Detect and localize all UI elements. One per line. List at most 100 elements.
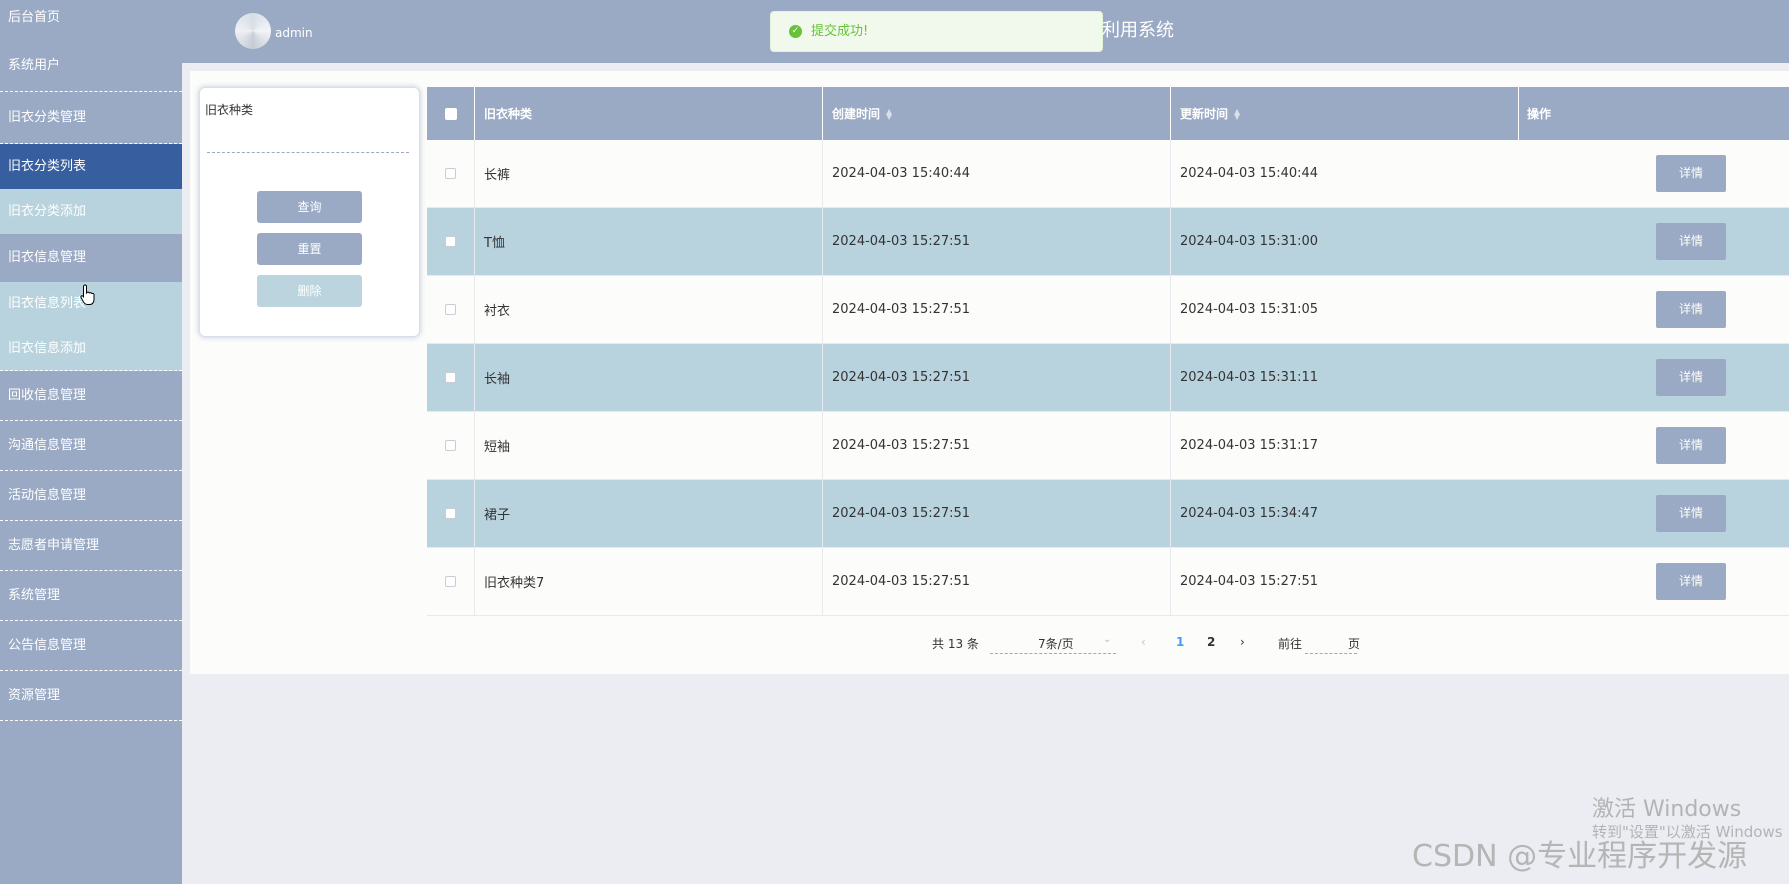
cell-name: 衬衣 bbox=[475, 276, 823, 343]
sidebar-item-activity-manage[interactable]: 活动信息管理 bbox=[0, 471, 182, 521]
chevron-down-icon: ⌄ bbox=[1103, 634, 1112, 645]
csdn-watermark: CSDN @专业程序开发源 bbox=[1412, 839, 1748, 874]
detail-button[interactable]: 详情 bbox=[1656, 291, 1726, 328]
row-checkbox[interactable] bbox=[445, 236, 456, 247]
check-circle-icon: ✓ bbox=[789, 25, 802, 38]
sort-icon[interactable]: ▲ ▼ bbox=[886, 107, 892, 120]
cell-created: 2024-04-03 15:27:51 bbox=[823, 276, 1171, 343]
row-checkbox-cell bbox=[427, 548, 475, 615]
delete-button[interactable]: 删除 bbox=[257, 275, 362, 307]
query-button[interactable]: 查询 bbox=[257, 191, 362, 223]
row-checkbox[interactable] bbox=[445, 508, 456, 519]
row-checkbox-cell bbox=[427, 276, 475, 343]
cell-name: T恤 bbox=[475, 208, 823, 275]
header-action: 操作 bbox=[1519, 87, 1789, 140]
hand-cursor-icon bbox=[80, 284, 95, 305]
cell-updated: 2024-04-03 15:31:05 bbox=[1180, 302, 1319, 317]
data-table: 旧衣种类 创建时间 ▲ ▼ 更新时间 ▲ ▼ 操作 长裤 2024-04-03 15:4… bbox=[427, 87, 1789, 616]
goto-suffix: 页 bbox=[1348, 637, 1361, 651]
sidebar-item-system-manage[interactable]: 系统管理 bbox=[0, 571, 182, 621]
cell-created: 2024-04-03 15:27:51 bbox=[823, 548, 1171, 615]
sidebar-item-clothes-info-manage[interactable]: 旧衣信息管理 bbox=[0, 234, 182, 282]
cell-name: 长袖 bbox=[475, 344, 823, 411]
cell-name: 旧衣种类7 bbox=[475, 548, 823, 615]
reset-button[interactable]: 重置 bbox=[257, 233, 362, 265]
detail-button[interactable]: 详情 bbox=[1656, 223, 1726, 260]
cell-created: 2024-04-03 15:27:51 bbox=[823, 344, 1171, 411]
toast-message: 提交成功! bbox=[811, 24, 869, 39]
sidebar-item-home[interactable]: 后台首页 bbox=[0, 0, 182, 35]
table-row: 裙子 2024-04-03 15:27:51 2024-04-03 15:34:… bbox=[427, 480, 1789, 548]
select-all-checkbox[interactable] bbox=[444, 107, 457, 120]
avatar[interactable] bbox=[235, 13, 271, 49]
windows-activate-title: 激活 Windows bbox=[1592, 797, 1742, 822]
table-row: 衬衣 2024-04-03 15:27:51 2024-04-03 15:31:… bbox=[427, 276, 1789, 344]
pagination: 共 13 条 7条/页 ⌄ ‹ 1 2 › 前往 页 bbox=[0, 633, 1789, 654]
header-name-label: 旧衣种类 bbox=[484, 107, 533, 121]
cell-created: 2024-04-03 15:27:51 bbox=[823, 480, 1171, 547]
row-checkbox-cell bbox=[427, 344, 475, 411]
row-checkbox-cell bbox=[427, 140, 475, 207]
header-checkbox-cell bbox=[427, 87, 475, 140]
sidebar-item-clothes-category-list[interactable]: 旧衣分类列表 bbox=[0, 144, 182, 189]
sidebar-item-system-users[interactable]: 系统用户 bbox=[0, 35, 182, 92]
sidebar-item-clothes-category-add[interactable]: 旧衣分类添加 bbox=[0, 189, 182, 234]
cell-updated: 2024-04-03 15:40:44 bbox=[1180, 166, 1319, 181]
sidebar-item-volunteer-manage[interactable]: 志愿者申请管理 bbox=[0, 521, 182, 571]
success-toast: ✓ 提交成功! bbox=[770, 11, 1103, 52]
search-label: 旧衣种类 bbox=[205, 103, 254, 117]
cell-created: 2024-04-03 15:40:44 bbox=[823, 140, 1171, 207]
cell-updated: 2024-04-03 15:34:47 bbox=[1180, 506, 1319, 521]
search-panel: 旧衣种类 查询 重置 删除 bbox=[199, 87, 420, 337]
cell-name: 裙子 bbox=[475, 480, 823, 547]
sidebar-item-clothes-info-add[interactable]: 旧衣信息添加 bbox=[0, 326, 182, 371]
row-checkbox[interactable] bbox=[445, 372, 456, 383]
sidebar-item-communication-manage[interactable]: 沟通信息管理 bbox=[0, 421, 182, 471]
search-input[interactable] bbox=[207, 128, 409, 153]
row-checkbox[interactable] bbox=[445, 304, 456, 315]
detail-button[interactable]: 详情 bbox=[1656, 155, 1726, 192]
page-number-2[interactable]: 2 bbox=[1207, 635, 1215, 649]
sidebar-item-recycle-manage[interactable]: 回收信息管理 bbox=[0, 371, 182, 421]
detail-button[interactable]: 详情 bbox=[1656, 427, 1726, 464]
table-header-row: 旧衣种类 创建时间 ▲ ▼ 更新时间 ▲ ▼ 操作 bbox=[427, 87, 1789, 140]
sort-icon[interactable]: ▲ ▼ bbox=[1234, 107, 1240, 120]
cell-updated: 2024-04-03 15:31:17 bbox=[1180, 438, 1319, 453]
row-checkbox[interactable] bbox=[445, 440, 456, 451]
cell-created: 2024-04-03 15:27:51 bbox=[823, 412, 1171, 479]
row-checkbox[interactable] bbox=[445, 576, 456, 587]
sidebar-item-resource-manage[interactable]: 资源管理 bbox=[0, 671, 182, 721]
cell-updated: 2024-04-03 15:31:00 bbox=[1180, 234, 1319, 249]
prev-page-icon[interactable]: ‹ bbox=[1141, 635, 1146, 649]
table-row: 长袖 2024-04-03 15:27:51 2024-04-03 15:31:… bbox=[427, 344, 1789, 412]
next-page-icon[interactable]: › bbox=[1240, 635, 1245, 649]
table-row: 长裤 2024-04-03 15:40:44 2024-04-03 15:40:… bbox=[427, 140, 1789, 208]
table-row: 短袖 2024-04-03 15:27:51 2024-04-03 15:31:… bbox=[427, 412, 1789, 480]
header-updated[interactable]: 更新时间 ▲ ▼ bbox=[1171, 87, 1519, 140]
cell-name: 短袖 bbox=[475, 412, 823, 479]
page-size-value: 7条/页 bbox=[1038, 637, 1074, 651]
cell-created: 2024-04-03 15:27:51 bbox=[823, 208, 1171, 275]
row-checkbox-cell bbox=[427, 480, 475, 547]
row-checkbox[interactable] bbox=[445, 168, 456, 179]
page-number-1[interactable]: 1 bbox=[1176, 635, 1184, 649]
header-name: 旧衣种类 bbox=[475, 87, 823, 140]
detail-button[interactable]: 详情 bbox=[1656, 563, 1726, 600]
goto-prefix: 前往 bbox=[1278, 637, 1303, 651]
cell-name: 长裤 bbox=[475, 140, 823, 207]
sidebar: 后台首页 系统用户 旧衣分类管理 旧衣分类列表 旧衣分类添加 旧衣信息管理 旧衣… bbox=[0, 0, 182, 884]
sidebar-item-clothes-category-manage[interactable]: 旧衣分类管理 bbox=[0, 92, 182, 144]
username: admin bbox=[275, 26, 313, 40]
table-row: 旧衣种类7 2024-04-03 15:27:51 2024-04-03 15:… bbox=[427, 548, 1789, 616]
header-updated-label: 更新时间 bbox=[1180, 107, 1229, 121]
detail-button[interactable]: 详情 bbox=[1656, 495, 1726, 532]
row-checkbox-cell bbox=[427, 208, 475, 275]
header-created-label: 创建时间 bbox=[832, 107, 881, 121]
table-row: T恤 2024-04-03 15:27:51 2024-04-03 15:31:… bbox=[427, 208, 1789, 276]
system-title: 利用系统 bbox=[1102, 20, 1174, 41]
header-action-label: 操作 bbox=[1527, 107, 1552, 121]
header-created[interactable]: 创建时间 ▲ ▼ bbox=[823, 87, 1171, 140]
pagination-total: 共 13 条 bbox=[932, 637, 979, 651]
detail-button[interactable]: 详情 bbox=[1656, 359, 1726, 396]
page-size-select[interactable]: 7条/页 ⌄ bbox=[990, 633, 1116, 654]
